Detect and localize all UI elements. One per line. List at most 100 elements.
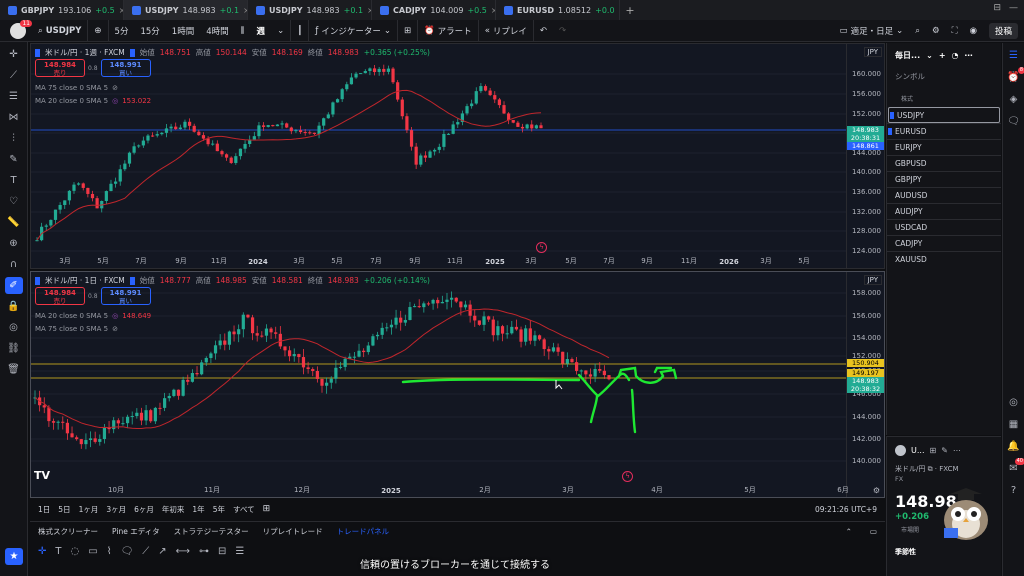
interval-4h[interactable]: 4時間: [200, 20, 234, 42]
forecast-icon[interactable]: ⫶: [5, 130, 23, 147]
watchlist-item-gbpusd[interactable]: GBPUSD: [887, 155, 1001, 171]
indicator-settings-icon[interactable]: ◎: [112, 97, 118, 105]
interval-week[interactable]: 週: [251, 20, 272, 42]
draw-mode-icon[interactable]: ✐: [4, 277, 23, 294]
pane2-indicator-ma75[interactable]: MA 75 close 0 SMA 5 ⊘: [35, 325, 118, 333]
sell-button[interactable]: 148.984 売り: [35, 59, 85, 77]
range-5[interactable]: 年初来: [162, 504, 185, 515]
replay-button[interactable]: « リプレイ: [479, 19, 534, 42]
help-icon[interactable]: ?: [1007, 484, 1020, 497]
layout-icon[interactable]: ⊟: [993, 3, 1001, 13]
bell-icon[interactable]: 🔔: [1007, 440, 1020, 453]
pane2-price-scale[interactable]: 158.000156.000154.000152.000148.000146.0…: [846, 272, 884, 497]
watchlist-item-eurjpy[interactable]: EURJPY: [887, 139, 1001, 155]
pen-icon[interactable]: ⟋: [142, 546, 149, 557]
heart-icon[interactable]: ♡: [5, 193, 23, 210]
link-icon[interactable]: ⛓: [5, 340, 23, 357]
trend-line-icon[interactable]: ⟋: [5, 67, 23, 84]
watchlist-header[interactable]: 毎日... ⌄ + ◔ ⋯: [895, 50, 973, 61]
range-4[interactable]: 6ヶ月: [134, 504, 154, 515]
channel-icon[interactable]: ☰: [235, 546, 244, 557]
bottom-tab-0[interactable]: 株式スクリーナー: [38, 526, 98, 537]
layers-icon[interactable]: ◈: [1007, 93, 1020, 106]
watchlist-item-gbpjpy[interactable]: GBPJPY: [887, 171, 1001, 187]
range-1[interactable]: 5日: [58, 504, 70, 515]
target-icon[interactable]: ◎: [1007, 396, 1020, 409]
watchlist-item-audusd[interactable]: AUDUSD: [887, 187, 1001, 203]
ruler-icon[interactable]: 📏: [5, 214, 23, 231]
interval-5m[interactable]: 5分: [109, 20, 135, 42]
indicators-button[interactable]: ƒ インジケーター ⌄: [309, 19, 398, 42]
pattern-icon[interactable]: ⋈: [5, 109, 23, 126]
messages-icon[interactable]: ✉ 40: [1007, 458, 1024, 475]
watchlist-item-xauusd[interactable]: XAUUSD: [887, 251, 1001, 267]
crosshair-icon[interactable]: ✛: [5, 46, 23, 63]
eye-icon[interactable]: ◎: [5, 319, 23, 336]
plus-icon[interactable]: +: [939, 51, 946, 60]
eye-off-icon[interactable]: ⊘: [112, 84, 118, 92]
undo-button[interactable]: ↶: [534, 20, 553, 42]
browser-tab[interactable]: USDJPY148.983+0.1×: [124, 0, 248, 20]
publish-button[interactable]: 投稿: [988, 22, 1018, 39]
search-button[interactable]: ⌕: [909, 20, 926, 42]
watchlist-item-usdjpy[interactable]: USDJPY: [888, 107, 1000, 123]
pane1-price-scale[interactable]: 160.000156.000152.000148.000144.000140.0…: [846, 44, 884, 268]
chart-style-button[interactable]: ┃: [291, 19, 310, 42]
bottom-tab-4[interactable]: トレードパネル: [337, 526, 390, 537]
pane1-indicator-ma75[interactable]: MA 75 close 0 SMA 5 ⊘: [35, 84, 118, 92]
symbol-search-button[interactable]: ⌕ USDJPY: [32, 19, 89, 42]
interval-dropdown[interactable]: ⌄: [271, 19, 292, 42]
grid-icon[interactable]: ⊞: [929, 446, 936, 455]
trash-icon[interactable]: 🗑: [5, 361, 23, 378]
buy-button[interactable]: 148.991 買い: [100, 59, 151, 77]
daily-candles[interactable]: [31, 272, 846, 499]
watchlist-icon[interactable]: ☰: [1007, 49, 1020, 62]
range-2[interactable]: 1ヶ月: [79, 504, 99, 515]
more-icon[interactable]: ⋯: [965, 51, 973, 60]
interval-15m[interactable]: 15分: [134, 20, 165, 42]
text-icon[interactable]: T: [55, 546, 61, 557]
weekly-candles[interactable]: [31, 44, 846, 270]
event-icon[interactable]: ϟ: [622, 471, 633, 482]
templates-button[interactable]: ⊞: [398, 19, 419, 42]
edit-icon[interactable]: ✎: [941, 446, 948, 455]
alerts-icon[interactable]: ⏰ 8: [1007, 67, 1024, 84]
path-icon[interactable]: ⌇: [107, 546, 112, 557]
range-0[interactable]: 1日: [38, 504, 50, 515]
eye-off-icon[interactable]: ⊘: [112, 325, 118, 333]
arrow-icon[interactable]: ↗: [158, 546, 166, 557]
browser-tab[interactable]: CADJPY104.009+0.5×: [372, 0, 496, 20]
bottom-tab-3[interactable]: リプレイトレード: [263, 526, 323, 537]
watchlist-section[interactable]: 株式: [901, 94, 913, 103]
browser-tab[interactable]: USDJPY148.983+0.1×: [248, 0, 372, 20]
zoom-icon[interactable]: ⊕: [5, 235, 23, 252]
rectangle-icon[interactable]: ▭: [88, 546, 97, 557]
lock-icon[interactable]: 🔒: [5, 298, 23, 315]
candle-type-button[interactable]: ⫼: [235, 20, 251, 42]
event-icon[interactable]: ϟ: [536, 242, 547, 253]
watchlist-item-cadjpy[interactable]: CADJPY: [887, 235, 1001, 251]
interval-1h[interactable]: 1時間: [166, 20, 200, 42]
watchlist-item-audjpy[interactable]: AUDJPY: [887, 203, 1001, 219]
browser-tab[interactable]: EURUSD1.08512+0.0×: [496, 0, 620, 20]
sell-button[interactable]: 148.984 売り: [35, 287, 85, 305]
snapshot-button[interactable]: ◉: [964, 20, 983, 42]
chart-icon[interactable]: ◔: [952, 51, 959, 60]
redo-button[interactable]: ↷: [553, 20, 572, 42]
range-6[interactable]: 1年: [192, 504, 204, 515]
utc-clock[interactable]: 09:21:26 UTC+9: [815, 505, 877, 514]
magnet-icon[interactable]: ∩: [5, 256, 23, 273]
text-icon[interactable]: T: [5, 172, 23, 189]
callout-icon[interactable]: 🗨: [121, 546, 134, 557]
hline-icon[interactable]: ⊶: [199, 546, 209, 557]
range-3[interactable]: 3ヶ月: [106, 504, 126, 515]
browser-tab[interactable]: GBPJPY193.106+0.5×: [0, 0, 124, 20]
fib-icon[interactable]: ☰: [5, 88, 23, 105]
weekly-chart-pane[interactable]: 米ドル/円 · 1週 · FXCM 始値 148.751 高値 150.144 安値…: [30, 43, 885, 269]
pane1-currency[interactable]: JPY: [863, 47, 882, 57]
line-icon[interactable]: ⟷: [176, 546, 190, 557]
collapse-icon[interactable]: ⌃: [846, 527, 852, 536]
detail-symbol[interactable]: U...: [911, 446, 924, 455]
daily-chart-pane[interactable]: 米ドル/円 · 1日 · FXCM 始値 148.777 高値 148.985 安値…: [30, 271, 885, 498]
bottom-tab-1[interactable]: Pine エディタ: [112, 526, 160, 537]
